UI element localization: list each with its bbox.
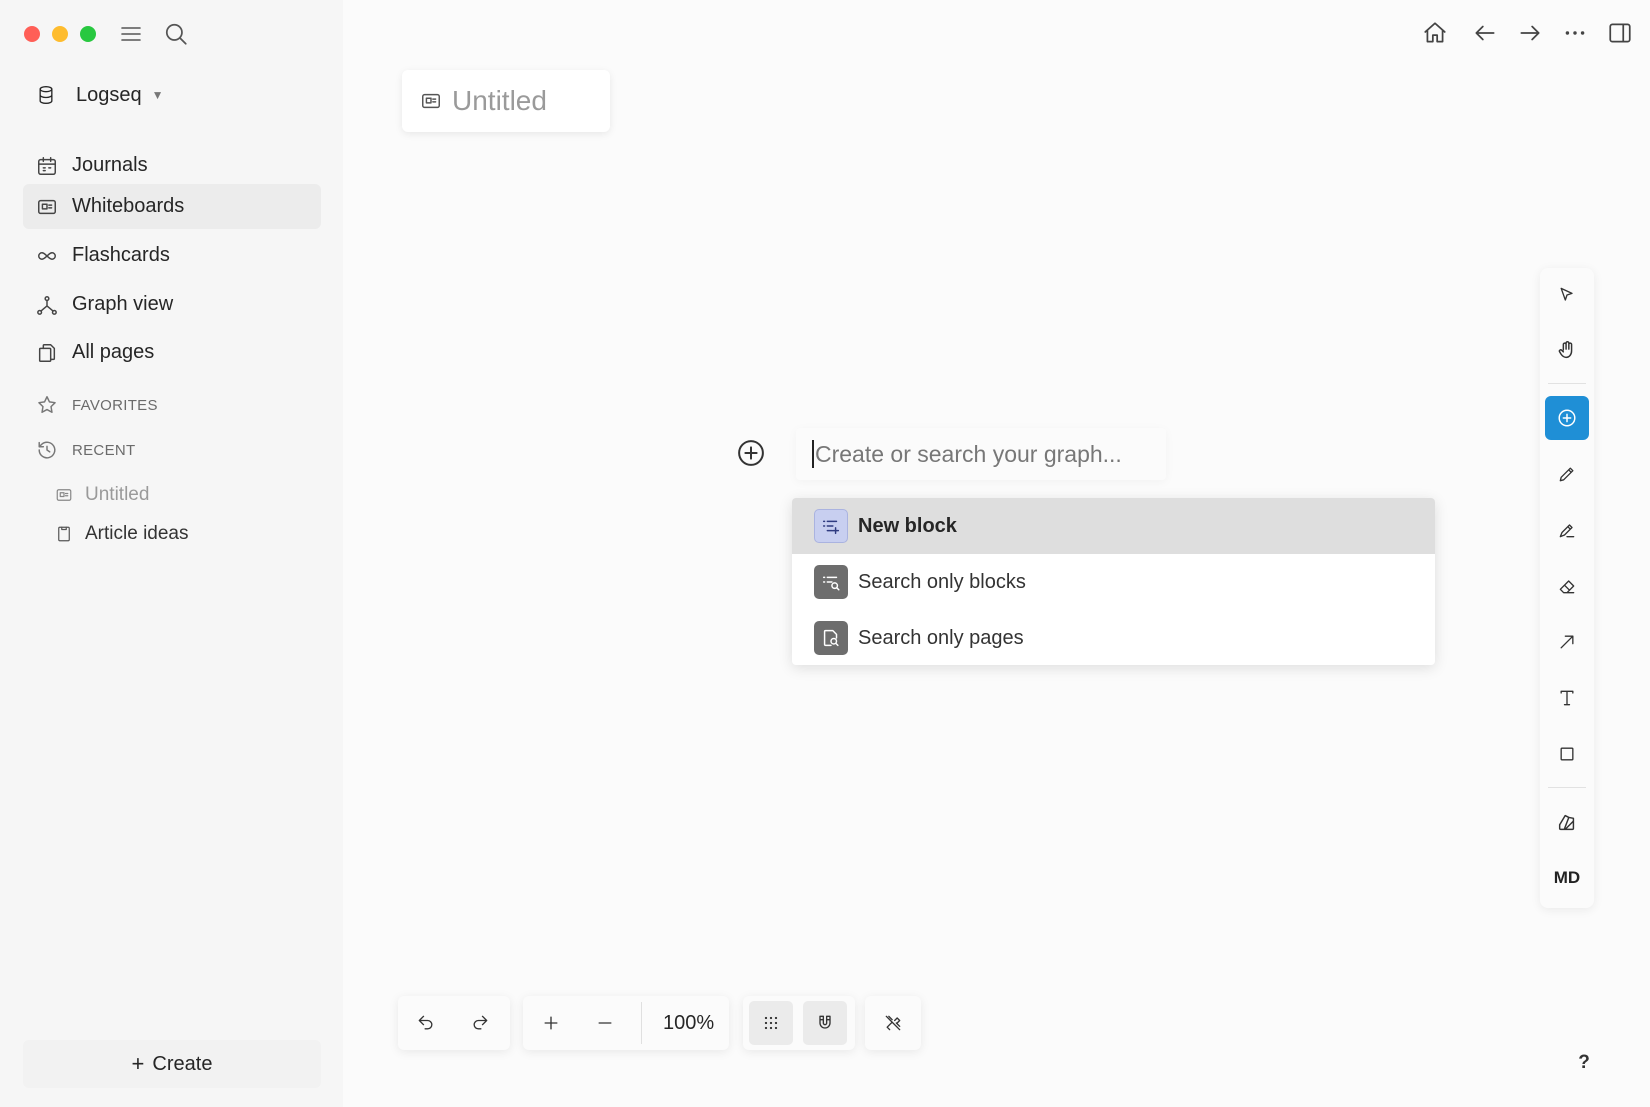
search-blocks-icon <box>814 565 848 599</box>
recent-item-label: Article ideas <box>85 523 189 545</box>
undo-icon[interactable] <box>404 1001 448 1045</box>
create-label: Create <box>152 1053 212 1076</box>
window-maximize-button[interactable] <box>80 26 96 42</box>
select-tool-icon[interactable] <box>1545 273 1589 317</box>
add-portal-tool-icon[interactable] <box>1545 396 1589 440</box>
grid-icon[interactable] <box>749 1001 793 1045</box>
favorites-section[interactable]: FAVORITES <box>36 392 158 418</box>
whiteboard-icon <box>420 90 442 112</box>
shape-tool-icon[interactable] <box>1545 732 1589 776</box>
history-controls <box>398 996 510 1050</box>
graph-name: Logseq <box>76 84 142 107</box>
sidebar-item-flashcards[interactable]: Flashcards <box>23 233 321 278</box>
window-close-button[interactable] <box>24 26 40 42</box>
sidebar-item-label: Graph view <box>72 293 173 316</box>
calendar-icon <box>36 155 58 177</box>
add-circle-icon[interactable] <box>736 438 766 468</box>
sidebar-item-label: Journals <box>72 154 148 177</box>
history-icon <box>36 439 58 461</box>
dropdown-item-search-pages[interactable]: Search only pages <box>792 610 1435 665</box>
create-button[interactable]: + Create <box>23 1040 321 1088</box>
caret-down-icon: ▼ <box>152 88 164 102</box>
page-icon <box>55 525 73 543</box>
window-minimize-button[interactable] <box>52 26 68 42</box>
recent-item-article-ideas[interactable]: Article ideas <box>55 519 189 549</box>
whiteboard-toolbar: MD <box>1540 268 1594 908</box>
right-sidebar-icon[interactable] <box>1607 20 1633 46</box>
magnet-snap-icon[interactable] <box>803 1001 847 1045</box>
hand-tool-icon[interactable] <box>1545 328 1589 372</box>
sidebar-item-label: All pages <box>72 341 154 364</box>
recent-item-label: Untitled <box>85 484 149 506</box>
zoom-controls: 100% <box>523 996 729 1050</box>
sidebar-item-journals[interactable]: Journals <box>23 143 321 188</box>
recent-item-untitled[interactable]: Untitled <box>55 480 149 510</box>
favorites-label: FAVORITES <box>72 397 158 414</box>
graph-selector[interactable]: Logseq ▼ <box>36 80 164 110</box>
menu-icon[interactable] <box>119 22 143 46</box>
home-icon[interactable] <box>1422 20 1448 46</box>
toolbar-divider <box>1548 383 1586 384</box>
connector-tool-icon[interactable] <box>1545 620 1589 664</box>
recent-label: RECENT <box>72 442 135 459</box>
search-dropdown: New block Search only blocks Search only… <box>792 498 1435 665</box>
dropdown-item-new-block[interactable]: New block <box>792 498 1435 554</box>
sidebar-item-label: Flashcards <box>72 244 170 267</box>
zoom-level[interactable]: 100% <box>663 1001 714 1045</box>
redo-icon[interactable] <box>458 1001 502 1045</box>
graph-search-input[interactable] <box>815 441 1135 468</box>
grid-snap-controls <box>743 996 855 1050</box>
database-icon <box>36 85 56 105</box>
help-button[interactable]: ? <box>1572 1050 1596 1076</box>
search-icon[interactable] <box>163 21 189 47</box>
text-cursor <box>812 440 814 468</box>
recent-section[interactable]: RECENT <box>36 437 135 463</box>
highlighter-tool-icon[interactable] <box>1545 508 1589 552</box>
dropdown-item-label: Search only pages <box>858 627 1024 650</box>
dropdown-item-label: Search only blocks <box>858 571 1026 594</box>
whiteboard-icon <box>36 196 58 218</box>
zoom-in-icon[interactable] <box>529 1001 573 1045</box>
left-sidebar: Logseq ▼ Journals Whiteboards Flashcards… <box>0 0 343 1107</box>
zoom-out-icon[interactable] <box>583 1001 627 1045</box>
arrow-right-icon[interactable] <box>1517 20 1543 46</box>
whiteboard-icon <box>55 486 73 504</box>
color-palette-icon[interactable] <box>1545 800 1589 844</box>
star-icon <box>36 394 58 416</box>
tool-lock-controls <box>865 996 921 1050</box>
infinity-icon <box>36 245 58 267</box>
dropdown-item-search-blocks[interactable]: Search only blocks <box>792 554 1435 610</box>
arrow-left-icon[interactable] <box>1472 20 1498 46</box>
whiteboard-title[interactable]: Untitled <box>402 70 610 132</box>
pages-icon <box>36 342 58 364</box>
graph-search-box[interactable] <box>796 428 1166 480</box>
dropdown-item-label: New block <box>858 515 957 538</box>
new-block-icon <box>814 509 848 543</box>
toolbar-divider <box>1548 787 1586 788</box>
sidebar-item-all-pages[interactable]: All pages <box>23 330 321 375</box>
sidebar-item-label: Whiteboards <box>72 195 184 218</box>
plus-icon: + <box>132 1051 145 1077</box>
sidebar-item-graph-view[interactable]: Graph view <box>23 282 321 327</box>
zoom-divider <box>641 1002 642 1044</box>
search-pages-icon <box>814 621 848 655</box>
eraser-tool-icon[interactable] <box>1545 564 1589 608</box>
sidebar-item-whiteboards[interactable]: Whiteboards <box>23 184 321 229</box>
more-icon[interactable] <box>1562 20 1588 46</box>
markdown-tool[interactable]: MD <box>1545 856 1589 900</box>
text-tool-icon[interactable] <box>1545 676 1589 720</box>
pencil-tool-icon[interactable] <box>1545 452 1589 496</box>
tools-off-icon[interactable] <box>871 1001 915 1045</box>
graph-icon <box>36 294 58 316</box>
whiteboard-title-text: Untitled <box>452 85 547 117</box>
